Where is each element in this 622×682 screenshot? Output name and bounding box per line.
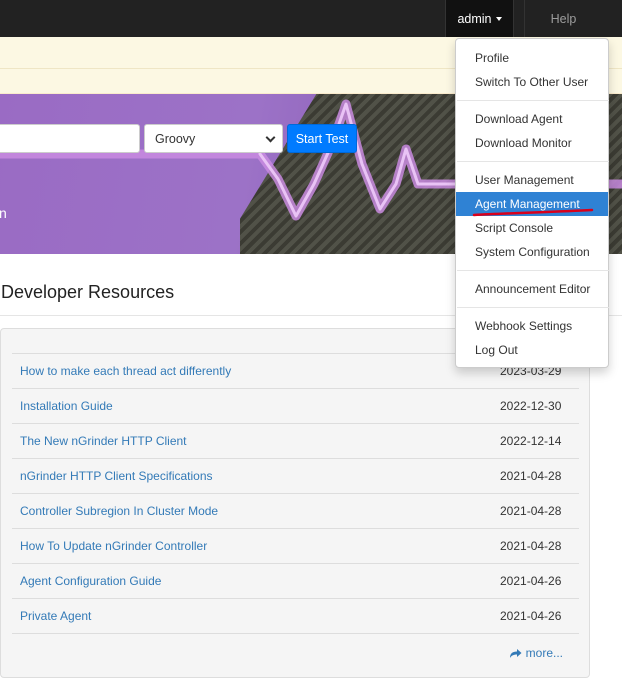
resource-date: 2022-12-30 xyxy=(500,399,562,413)
menu-item-announcement-editor[interactable]: Announcement Editor xyxy=(456,277,608,301)
admin-label: admin xyxy=(457,11,492,26)
resource-date: 2022-12-14 xyxy=(500,434,562,448)
start-test-label: Start Test xyxy=(295,131,349,146)
menu-divider xyxy=(457,270,609,271)
resources-panel: How to make each thread act differently … xyxy=(0,328,590,678)
list-item: How To Update nGrinder Controller 2021-0… xyxy=(12,528,579,563)
help-menu[interactable]: Help xyxy=(524,0,602,37)
chevron-down-icon xyxy=(265,132,276,143)
top-navbar: admin Help xyxy=(0,0,622,37)
list-item: Agent Configuration Guide 2021-04-26 xyxy=(12,563,579,598)
resources-list: How to make each thread act differently … xyxy=(12,353,579,670)
banner-text-fragment: n xyxy=(0,205,7,221)
list-item: The New nGrinder HTTP Client 2022-12-14 xyxy=(12,423,579,458)
menu-item-log-out[interactable]: Log Out xyxy=(456,338,608,362)
admin-menu-toggle[interactable]: admin xyxy=(445,0,514,37)
resource-link[interactable]: Controller Subregion In Cluster Mode xyxy=(20,504,218,518)
list-item: Private Agent 2021-04-26 xyxy=(12,598,579,633)
script-language-select[interactable]: Groovy xyxy=(144,124,283,153)
menu-divider xyxy=(457,307,609,308)
resource-link[interactable]: Installation Guide xyxy=(20,399,113,413)
help-label: Help xyxy=(550,11,577,26)
section-title: Developer Resources xyxy=(1,282,175,302)
more-label: more... xyxy=(525,646,563,660)
menu-divider xyxy=(457,100,609,101)
resource-date: 2021-04-26 xyxy=(500,574,562,588)
start-test-button[interactable]: Start Test xyxy=(287,124,357,153)
resource-link[interactable]: Agent Configuration Guide xyxy=(20,574,161,588)
menu-item-system-configuration[interactable]: System Configuration xyxy=(456,240,608,264)
menu-item-download-monitor[interactable]: Download Monitor xyxy=(456,131,608,155)
more-link[interactable]: more... xyxy=(509,646,563,660)
test-url-input[interactable] xyxy=(0,124,140,153)
resource-date: 2021-04-28 xyxy=(500,539,562,553)
resource-link[interactable]: How to make each thread act differently xyxy=(20,364,231,378)
admin-dropdown-menu: Profile Switch To Other User Download Ag… xyxy=(455,38,609,368)
resource-link[interactable]: The New nGrinder HTTP Client xyxy=(20,434,187,448)
resource-link[interactable]: Private Agent xyxy=(20,609,91,623)
menu-divider xyxy=(457,161,609,162)
resource-date: 2021-04-28 xyxy=(500,504,562,518)
resource-date: 2021-04-28 xyxy=(500,469,562,483)
resource-link[interactable]: nGrinder HTTP Client Specifications xyxy=(20,469,213,483)
list-item: nGrinder HTTP Client Specifications 2021… xyxy=(12,458,579,493)
menu-item-profile[interactable]: Profile xyxy=(456,46,608,70)
menu-item-download-agent[interactable]: Download Agent xyxy=(456,107,608,131)
caret-down-icon xyxy=(495,16,502,21)
resource-date: 2021-04-26 xyxy=(500,609,562,623)
menu-item-script-console[interactable]: Script Console xyxy=(456,216,608,240)
more-row: more... xyxy=(12,633,579,670)
menu-item-webhook-settings[interactable]: Webhook Settings xyxy=(456,314,608,338)
red-underline-annotation xyxy=(472,208,594,217)
menu-item-switch-user[interactable]: Switch To Other User xyxy=(456,70,608,94)
menu-item-user-management[interactable]: User Management xyxy=(456,168,608,192)
share-arrow-icon xyxy=(509,648,522,658)
list-item: Installation Guide 2022-12-30 xyxy=(12,388,579,423)
list-item: Controller Subregion In Cluster Mode 202… xyxy=(12,493,579,528)
resource-link[interactable]: How To Update nGrinder Controller xyxy=(20,539,207,553)
script-language-value: Groovy xyxy=(155,131,196,146)
